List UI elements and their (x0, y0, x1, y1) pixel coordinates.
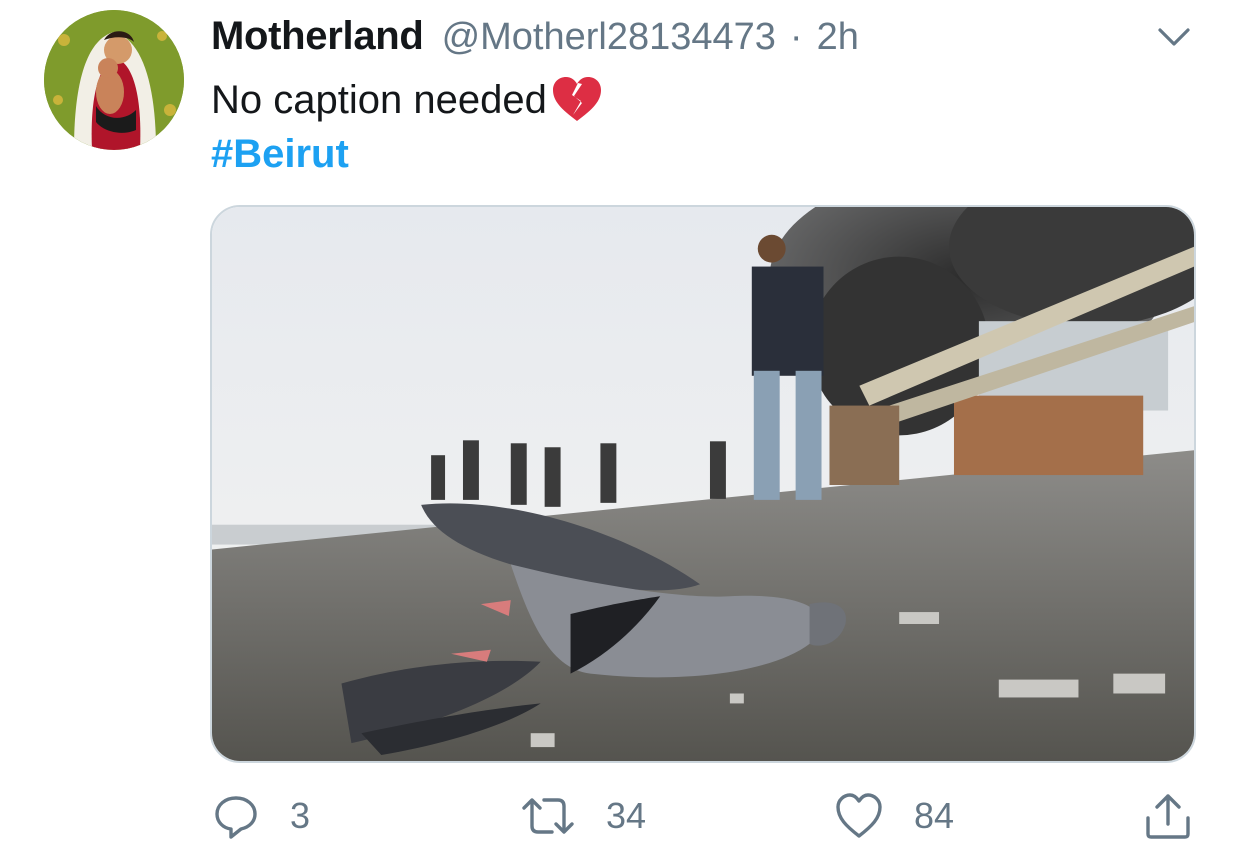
tweet-text-content: No caption needed (211, 78, 547, 122)
separator-dot: · (789, 16, 803, 58)
photo-beirut-street (212, 207, 1194, 761)
timestamp[interactable]: 2h (817, 16, 859, 59)
reply-button[interactable]: 3 (212, 786, 310, 846)
tweet-header: Motherland @Motherl28134473 · 2h (211, 14, 859, 64)
tweet-card[interactable]: Motherland @Motherl28134473 · 2h No capt… (0, 0, 1242, 861)
retweet-button[interactable]: 34 (520, 786, 646, 846)
reply-icon (215, 796, 257, 839)
tweet-actions: 3 34 84 (0, 786, 1242, 846)
reply-count: 3 (290, 795, 311, 836)
avatar-image (44, 10, 184, 150)
broken-heart-icon (552, 77, 601, 121)
like-button[interactable]: 84 (834, 786, 954, 846)
hashtag-link[interactable]: #Beirut (211, 128, 349, 180)
display-name[interactable]: Motherland (211, 14, 424, 59)
retweet-count: 34 (606, 795, 647, 836)
user-handle[interactable]: @Motherl28134473 (442, 16, 776, 59)
avatar[interactable] (44, 10, 184, 150)
retweet-icon (522, 798, 574, 834)
share-icon (1146, 794, 1190, 839)
like-count: 84 (914, 795, 955, 836)
tweet-media-photo[interactable] (210, 205, 1196, 763)
heart-icon (836, 793, 882, 838)
tweet-text: No caption needed (211, 74, 605, 126)
chevron-down-icon[interactable] (1154, 22, 1194, 52)
share-button[interactable] (1142, 786, 1194, 846)
